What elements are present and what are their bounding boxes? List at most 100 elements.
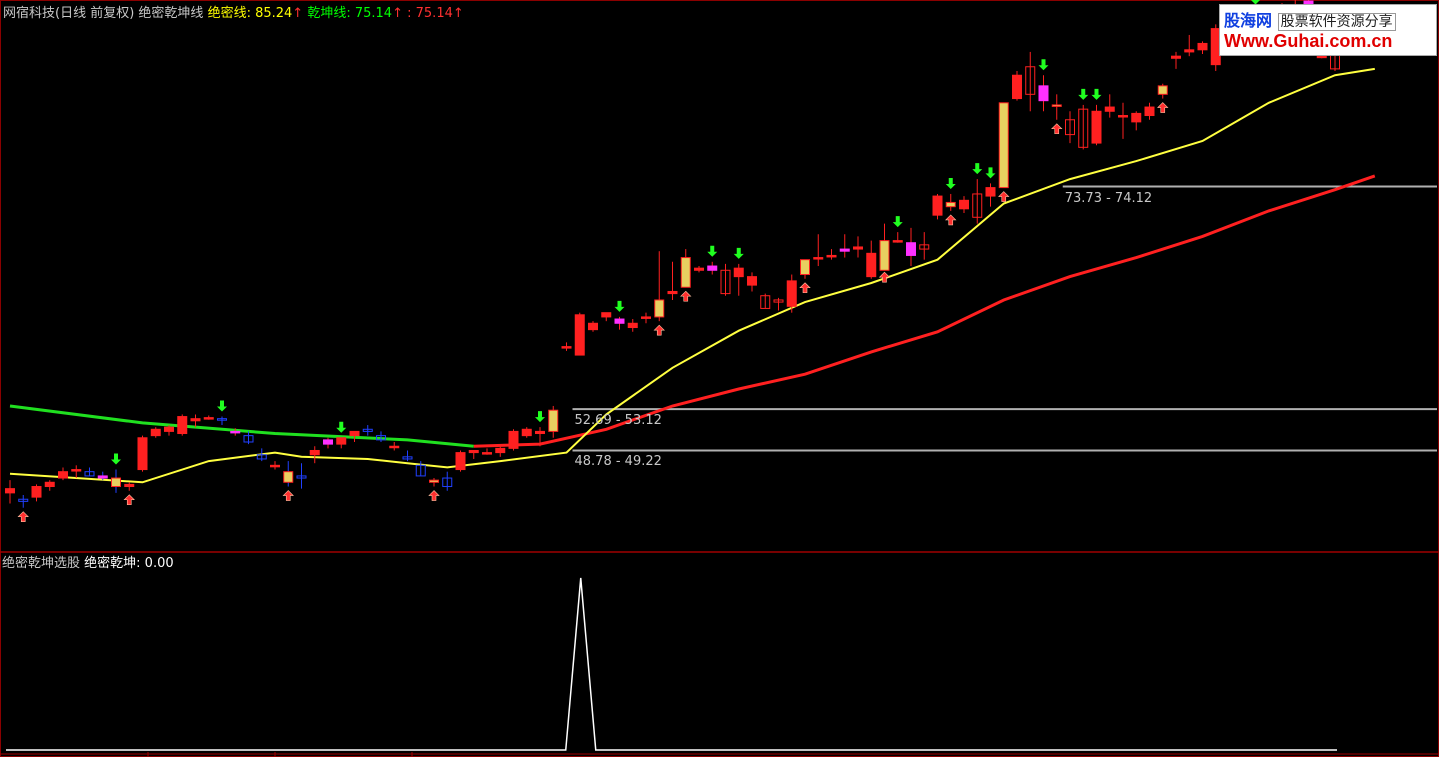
candle-body xyxy=(137,437,148,471)
candle-body xyxy=(747,276,757,286)
buy-signal-down-arrow-icon xyxy=(945,177,956,189)
candle-body xyxy=(1118,115,1128,118)
candle-body xyxy=(1038,85,1049,102)
candle-body xyxy=(323,439,333,445)
candle-body xyxy=(985,187,996,197)
range-lines xyxy=(572,185,1437,452)
range-label: 73.73 - 74.12 xyxy=(1064,190,1153,206)
candle-body xyxy=(455,452,466,471)
candle-body xyxy=(1171,55,1181,59)
buy-signal-down-arrow-icon xyxy=(217,400,227,412)
candle-body xyxy=(1012,74,1022,100)
buy-signal-down-arrow-icon xyxy=(972,163,983,175)
candle-body xyxy=(1104,106,1115,112)
sell-signal-up-arrow-icon xyxy=(680,290,692,302)
ma-layer xyxy=(9,67,1376,484)
line2-value: 75.14 xyxy=(354,6,393,21)
candle-body xyxy=(190,418,201,422)
line2-label: 乾坤线: xyxy=(307,6,355,21)
ma-slow-green-line xyxy=(9,404,474,448)
candle-body xyxy=(707,265,718,271)
candle-body xyxy=(627,322,638,329)
candle-body xyxy=(853,246,863,250)
range-label: 48.78 - 49.22 xyxy=(574,454,662,470)
buy-signal-down-arrow-icon xyxy=(111,453,121,465)
candle-body xyxy=(998,102,1009,189)
candle-body xyxy=(826,254,837,258)
candle-body xyxy=(680,257,691,288)
buy-signal-down-arrow-icon xyxy=(1091,88,1102,100)
candle-body xyxy=(879,240,890,271)
sell-signal-up-arrow-icon xyxy=(17,511,29,523)
up-arrow-icon: ↑ xyxy=(452,6,464,21)
candle-body xyxy=(429,479,439,483)
candle-body xyxy=(389,445,400,449)
indicator-title: 绝密乾坤选股 xyxy=(2,556,81,571)
indicator-header: 绝密乾坤选股 绝密乾坤: 0.00 xyxy=(2,556,174,572)
candle-body xyxy=(601,312,612,318)
buy-signal-down-arrow-icon xyxy=(1038,59,1049,71)
candle-body xyxy=(932,195,943,216)
buy-signal-down-arrow-icon xyxy=(336,421,347,433)
sell-signal-up-arrow-icon xyxy=(1157,102,1169,113)
candle-body xyxy=(1091,110,1102,144)
candle-body xyxy=(111,477,121,488)
candle-body xyxy=(733,267,744,278)
candle-body xyxy=(839,248,850,252)
candle-body xyxy=(614,318,625,324)
buy-signal-down-arrow-icon xyxy=(1078,88,1089,100)
candle-body xyxy=(124,483,135,488)
grid-layer xyxy=(0,0,1439,757)
candle-body xyxy=(44,481,55,488)
sell-signal-up-arrow-icon xyxy=(799,282,811,294)
candle-layer xyxy=(5,0,1340,508)
candle-body xyxy=(164,426,174,432)
candle-body xyxy=(31,486,42,498)
candle-body xyxy=(800,259,810,276)
candle-body xyxy=(959,199,969,210)
candle-body xyxy=(349,430,360,437)
candle-body xyxy=(71,469,82,472)
sell-signal-up-arrow-icon xyxy=(123,494,135,506)
candle-body xyxy=(1184,49,1195,53)
candle-body xyxy=(495,447,506,454)
sell-signal-up-arrow-icon xyxy=(1051,123,1063,135)
candle-body xyxy=(468,449,479,454)
signal-layer xyxy=(17,0,1261,523)
sell-signal-up-arrow-icon xyxy=(878,271,891,283)
candle-body xyxy=(1051,104,1062,107)
watermark[interactable]: 股海网 股票软件资源分享 Www.Guhai.com.cn xyxy=(1219,4,1437,56)
chart-title: 网宿科技(日线 前复权) 绝密乾坤线 xyxy=(3,6,204,21)
candle-body xyxy=(945,201,956,208)
candle-body xyxy=(654,299,665,318)
buy-signal-down-arrow-icon xyxy=(892,216,903,228)
candle-body xyxy=(309,449,320,456)
watermark-url: Www.Guhai.com.cn xyxy=(1224,31,1393,51)
indicator-label: 绝密乾坤: xyxy=(84,556,145,571)
chart-header: 网宿科技(日线 前复权) 绝密乾坤线 绝密线: 85.24↑ 乾坤线: 75.1… xyxy=(3,6,464,22)
sell-signal-up-arrow-icon xyxy=(998,191,1010,202)
candle-body xyxy=(230,430,241,434)
candle-body xyxy=(667,290,678,295)
candle-body xyxy=(508,430,519,449)
candle-body xyxy=(1131,112,1142,123)
indicator-layer xyxy=(6,577,1337,751)
candle-body xyxy=(866,252,877,278)
candle-body xyxy=(336,437,347,445)
sell-signal-up-arrow-icon xyxy=(653,324,665,336)
candle-body xyxy=(892,240,903,243)
sell-signal-up-arrow-icon xyxy=(428,490,440,501)
candle-body xyxy=(97,475,108,479)
buy-signal-down-arrow-icon xyxy=(733,247,744,259)
ma-slow-red-line xyxy=(473,174,1376,448)
watermark-slogan: 股票软件资源分享 xyxy=(1277,13,1396,31)
candle-body xyxy=(521,428,532,437)
candle-body xyxy=(786,280,797,307)
candle-body xyxy=(548,409,559,432)
candle-body xyxy=(1157,85,1168,95)
candle-body xyxy=(58,471,68,479)
candle-body xyxy=(906,242,916,256)
ma-fast-line xyxy=(9,67,1375,484)
candle-body xyxy=(150,428,161,437)
watermark-brand: 股海网 xyxy=(1224,11,1273,30)
